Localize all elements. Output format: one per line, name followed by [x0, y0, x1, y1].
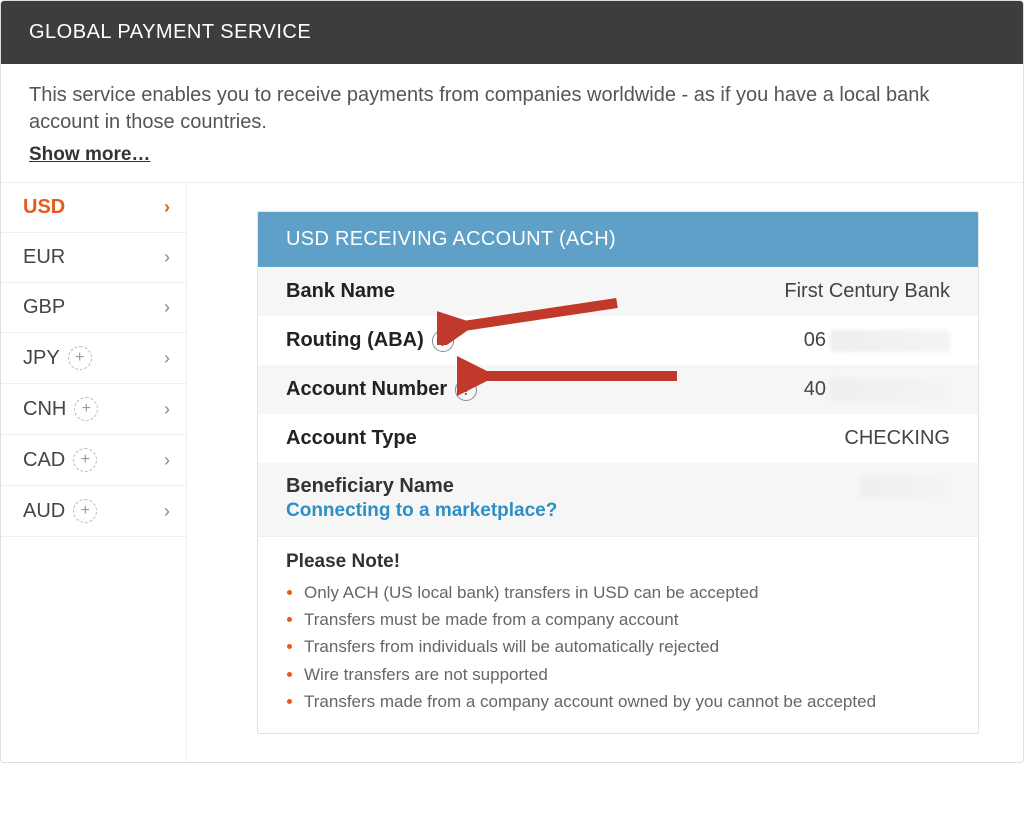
currency-code: GBP [23, 296, 65, 319]
currency-sidebar: USD › EUR › GBP › JPY + › CNH + [1, 183, 187, 762]
body-row: USD › EUR › GBP › JPY + › CNH + [1, 183, 1023, 762]
chevron-right-icon: › [164, 197, 170, 218]
receiving-account-card: USD RECEIVING ACCOUNT (ACH) Bank Name Fi… [257, 211, 979, 734]
chevron-right-icon: › [164, 297, 170, 318]
account-type-value: CHECKING [844, 427, 950, 450]
chevron-right-icon: › [164, 247, 170, 268]
main-content: USD RECEIVING ACCOUNT (ACH) Bank Name Fi… [187, 183, 1023, 762]
help-icon[interactable]: ? [455, 379, 477, 401]
panel-title: GLOBAL PAYMENT SERVICE [1, 1, 1023, 64]
redacted-value [830, 379, 950, 401]
currency-code: EUR [23, 246, 65, 269]
currency-code: JPY [23, 347, 60, 370]
bank-name-label: Bank Name [286, 280, 395, 303]
help-icon[interactable]: ? [432, 330, 454, 352]
sidebar-item-gbp[interactable]: GBP › [1, 283, 186, 333]
card-title: USD RECEIVING ACCOUNT (ACH) [258, 212, 978, 267]
row-routing: Routing (ABA) ? 06 [258, 316, 978, 365]
chevron-right-icon: › [164, 501, 170, 522]
marketplace-link[interactable]: Connecting to a marketplace? [286, 500, 557, 522]
row-account-type: Account Type CHECKING [258, 414, 978, 463]
beneficiary-label: Beneficiary Name [286, 475, 454, 498]
note-list: Only ACH (US local bank) transfers in US… [286, 579, 950, 715]
plus-icon: + [68, 346, 92, 370]
sidebar-item-usd[interactable]: USD › [1, 183, 186, 233]
chevron-right-icon: › [164, 399, 170, 420]
global-payment-panel: GLOBAL PAYMENT SERVICE This service enab… [0, 0, 1024, 763]
bank-name-value: First Century Bank [784, 280, 950, 303]
sidebar-item-eur[interactable]: EUR › [1, 233, 186, 283]
plus-icon: + [73, 448, 97, 472]
row-account-number: Account Number ? 40 [258, 365, 978, 414]
sidebar-item-cad[interactable]: CAD + › [1, 435, 186, 486]
currency-code: CNH [23, 398, 66, 421]
routing-label: Routing (ABA) [286, 329, 424, 352]
sidebar-item-cnh[interactable]: CNH + › [1, 384, 186, 435]
plus-icon: + [74, 397, 98, 421]
note-item: Transfers from individuals will be autom… [304, 633, 950, 660]
chevron-right-icon: › [164, 348, 170, 369]
routing-prefix: 06 [804, 329, 826, 352]
currency-code: USD [23, 196, 65, 219]
account-type-label: Account Type [286, 427, 417, 450]
chevron-right-icon: › [164, 450, 170, 471]
note-item: Transfers made from a company account ow… [304, 688, 950, 715]
note-item: Wire transfers are not supported [304, 661, 950, 688]
intro-block: This service enables you to receive paym… [1, 64, 1023, 183]
row-beneficiary: Beneficiary Name Connecting to a marketp… [258, 463, 978, 536]
note-item: Only ACH (US local bank) transfers in US… [304, 579, 950, 606]
note-item: Transfers must be made from a company ac… [304, 606, 950, 633]
note-box: Please Note! Only ACH (US local bank) tr… [258, 536, 978, 733]
intro-text: This service enables you to receive paym… [29, 84, 929, 133]
plus-icon: + [73, 499, 97, 523]
show-more-link[interactable]: Show more… [29, 142, 150, 168]
account-number-label: Account Number [286, 378, 447, 401]
redacted-value [830, 330, 950, 352]
currency-code: AUD [23, 500, 65, 523]
row-bank-name: Bank Name First Century Bank [258, 267, 978, 316]
account-number-prefix: 40 [804, 378, 826, 401]
sidebar-item-jpy[interactable]: JPY + › [1, 333, 186, 384]
note-title: Please Note! [286, 551, 950, 573]
currency-code: CAD [23, 449, 65, 472]
sidebar-item-aud[interactable]: AUD + › [1, 486, 186, 537]
redacted-value [860, 476, 950, 498]
